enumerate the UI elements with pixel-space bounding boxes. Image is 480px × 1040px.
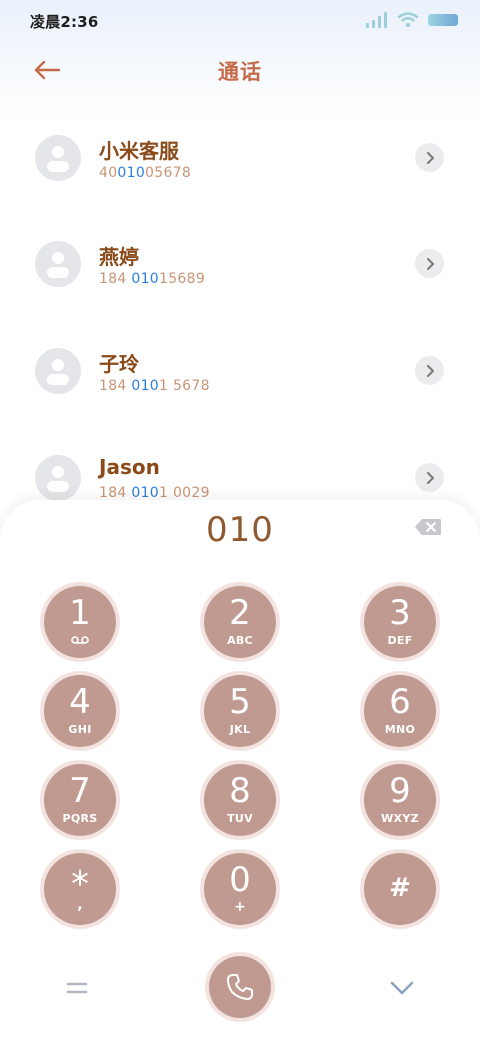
dialpad-bottom-bar [0,952,480,1024]
contact-number: 184 01015689 [99,271,206,287]
battery-icon [428,14,458,26]
contact-list[interactable]: 小米客服 4001005678 燕婷 184 01015689 子玲 184 0… [0,104,480,504]
key-6[interactable]: 6 MNO [364,675,436,747]
key-7[interactable]: 7 PQRS [44,764,116,836]
delete-button[interactable] [411,514,445,540]
key-8[interactable]: 8 TUV [204,764,276,836]
key-2[interactable]: 2 ABC [204,586,276,658]
chevron-right-icon [426,364,434,377]
menu-button[interactable] [62,976,92,1000]
status-icons [366,10,458,30]
contact-item-1[interactable]: 燕婷 184 01015689 [0,210,480,316]
avatar [35,135,81,181]
contact-detail-button[interactable] [415,143,444,172]
contact-item-2[interactable]: 子玲 184 0101 5678 [0,317,480,423]
call-button[interactable] [209,956,271,1018]
key-5[interactable]: 5 JKL [204,675,276,747]
key-3[interactable]: 3 DEF [364,586,436,658]
collapse-button[interactable] [386,974,418,1002]
header: 通话 [0,40,480,100]
menu-icon [66,982,88,994]
signal-icon [366,12,387,28]
chevron-right-icon [426,151,434,164]
contact-detail-button[interactable] [415,463,444,492]
contact-item-3[interactable]: Jason 184 0101 0029 [0,424,480,504]
contact-name: 子玲 [99,352,139,376]
key-0[interactable]: 0 + [204,853,276,925]
backspace-icon [415,519,441,535]
key-4[interactable]: 4 GHI [44,675,116,747]
chevron-right-icon [426,257,434,270]
avatar [35,455,81,501]
avatar [35,348,81,394]
chevron-right-icon [426,471,434,484]
status-time: 凌晨2:36 [30,13,99,31]
status-bar: 凌晨2:36 [0,0,480,40]
phone-icon [227,974,253,1000]
contact-name: Jason [99,455,160,479]
contact-number: 184 0101 5678 [99,378,210,394]
contact-detail-button[interactable] [415,356,444,385]
wifi-icon [398,12,418,28]
dialed-number: 010 [206,510,274,550]
contact-name: 小米客服 [99,139,179,163]
key-1[interactable]: 1 [44,586,116,658]
key-9[interactable]: 9 WXYZ [364,764,436,836]
contact-detail-button[interactable] [415,249,444,278]
dialpad-panel: 010 1 2 ABC 3 DEF 4 GHI 5 JKL 6 MNO 7 PQ… [0,500,480,1040]
key-hash[interactable]: # [364,853,436,925]
avatar [35,241,81,287]
contact-item-0[interactable]: 小米客服 4001005678 [0,104,480,210]
page-title: 通话 [218,60,262,84]
chevron-down-icon [390,981,414,995]
voicemail-icon [71,636,89,644]
contact-number: 184 0101 0029 [99,485,210,501]
key-star[interactable]: * , [44,853,116,925]
contact-number: 4001005678 [99,165,192,181]
contact-name: 燕婷 [99,245,139,269]
